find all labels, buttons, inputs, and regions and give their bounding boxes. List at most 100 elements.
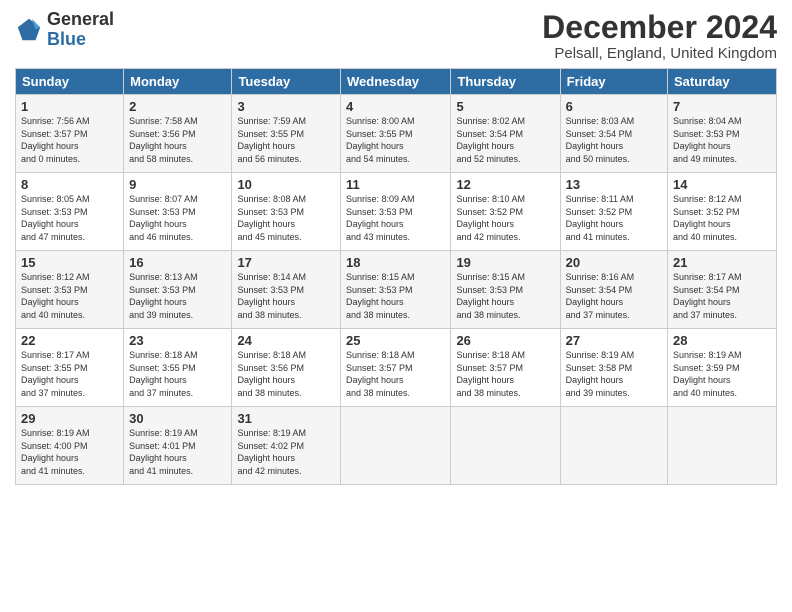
cell-22: 22 Sunrise: 8:17 AMSunset: 3:55 PMDaylig… [16, 329, 124, 407]
col-sunday: Sunday [16, 69, 124, 95]
cell-4: 4 Sunrise: 8:00 AMSunset: 3:55 PMDayligh… [341, 95, 451, 173]
cell-13: 13 Sunrise: 8:11 AMSunset: 3:52 PMDaylig… [560, 173, 667, 251]
day-info: Sunrise: 8:13 AMSunset: 3:53 PMDaylight … [129, 271, 226, 321]
day-info: Sunrise: 8:18 AMSunset: 3:55 PMDaylight … [129, 349, 226, 399]
table-row: 8 Sunrise: 8:05 AMSunset: 3:53 PMDayligh… [16, 173, 777, 251]
header-row: Sunday Monday Tuesday Wednesday Thursday… [16, 69, 777, 95]
day-info: Sunrise: 8:18 AMSunset: 3:56 PMDaylight … [237, 349, 335, 399]
cell-14: 14 Sunrise: 8:12 AMSunset: 3:52 PMDaylig… [668, 173, 777, 251]
day-number: 30 [129, 411, 226, 426]
day-info: Sunrise: 8:12 AMSunset: 3:53 PMDaylight … [21, 271, 118, 321]
day-info: Sunrise: 8:08 AMSunset: 3:53 PMDaylight … [237, 193, 335, 243]
cell-7: 7 Sunrise: 8:04 AMSunset: 3:53 PMDayligh… [668, 95, 777, 173]
cell-27: 27 Sunrise: 8:19 AMSunset: 3:58 PMDaylig… [560, 329, 667, 407]
cell-29: 29 Sunrise: 8:19 AMSunset: 4:00 PMDaylig… [16, 407, 124, 485]
cell-20: 20 Sunrise: 8:16 AMSunset: 3:54 PMDaylig… [560, 251, 667, 329]
day-info: Sunrise: 8:19 AMSunset: 4:02 PMDaylight … [237, 427, 335, 477]
day-number: 22 [21, 333, 118, 348]
day-number: 6 [566, 99, 662, 114]
header: General Blue December 2024 Pelsall, Engl… [15, 10, 777, 62]
day-info: Sunrise: 8:18 AMSunset: 3:57 PMDaylight … [456, 349, 554, 399]
cell-15: 15 Sunrise: 8:12 AMSunset: 3:53 PMDaylig… [16, 251, 124, 329]
day-info: Sunrise: 8:19 AMSunset: 4:01 PMDaylight … [129, 427, 226, 477]
cell-5: 5 Sunrise: 8:02 AMSunset: 3:54 PMDayligh… [451, 95, 560, 173]
day-number: 19 [456, 255, 554, 270]
day-number: 1 [21, 99, 118, 114]
day-number: 16 [129, 255, 226, 270]
cell-9: 9 Sunrise: 8:07 AMSunset: 3:53 PMDayligh… [124, 173, 232, 251]
logo-icon [15, 16, 43, 44]
day-info: Sunrise: 8:03 AMSunset: 3:54 PMDaylight … [566, 115, 662, 165]
cell-2: 2 Sunrise: 7:58 AMSunset: 3:56 PMDayligh… [124, 95, 232, 173]
cell-10: 10 Sunrise: 8:08 AMSunset: 3:53 PMDaylig… [232, 173, 341, 251]
day-number: 29 [21, 411, 118, 426]
cell-12: 12 Sunrise: 8:10 AMSunset: 3:52 PMDaylig… [451, 173, 560, 251]
table-row: 15 Sunrise: 8:12 AMSunset: 3:53 PMDaylig… [16, 251, 777, 329]
day-info: Sunrise: 8:09 AMSunset: 3:53 PMDaylight … [346, 193, 445, 243]
day-number: 24 [237, 333, 335, 348]
cell-11: 11 Sunrise: 8:09 AMSunset: 3:53 PMDaylig… [341, 173, 451, 251]
title-block: December 2024 Pelsall, England, United K… [542, 10, 777, 62]
day-number: 27 [566, 333, 662, 348]
subtitle: Pelsall, England, United Kingdom [542, 45, 777, 62]
day-number: 26 [456, 333, 554, 348]
day-info: Sunrise: 7:59 AMSunset: 3:55 PMDaylight … [237, 115, 335, 165]
cell-31: 31 Sunrise: 8:19 AMSunset: 4:02 PMDaylig… [232, 407, 341, 485]
day-number: 7 [673, 99, 771, 114]
day-number: 17 [237, 255, 335, 270]
main-title: December 2024 [542, 10, 777, 45]
day-number: 9 [129, 177, 226, 192]
day-number: 15 [21, 255, 118, 270]
table-row: 29 Sunrise: 8:19 AMSunset: 4:00 PMDaylig… [16, 407, 777, 485]
day-info: Sunrise: 8:14 AMSunset: 3:53 PMDaylight … [237, 271, 335, 321]
col-friday: Friday [560, 69, 667, 95]
logo: General Blue [15, 10, 114, 50]
cell-24: 24 Sunrise: 8:18 AMSunset: 3:56 PMDaylig… [232, 329, 341, 407]
calendar-table: Sunday Monday Tuesday Wednesday Thursday… [15, 68, 777, 485]
day-info: Sunrise: 8:19 AMSunset: 3:59 PMDaylight … [673, 349, 771, 399]
cell-18: 18 Sunrise: 8:15 AMSunset: 3:53 PMDaylig… [341, 251, 451, 329]
day-info: Sunrise: 8:04 AMSunset: 3:53 PMDaylight … [673, 115, 771, 165]
col-saturday: Saturday [668, 69, 777, 95]
day-info: Sunrise: 8:05 AMSunset: 3:53 PMDaylight … [21, 193, 118, 243]
day-number: 20 [566, 255, 662, 270]
day-number: 13 [566, 177, 662, 192]
cell-30: 30 Sunrise: 8:19 AMSunset: 4:01 PMDaylig… [124, 407, 232, 485]
day-info: Sunrise: 8:02 AMSunset: 3:54 PMDaylight … [456, 115, 554, 165]
cell-6: 6 Sunrise: 8:03 AMSunset: 3:54 PMDayligh… [560, 95, 667, 173]
table-row: 22 Sunrise: 8:17 AMSunset: 3:55 PMDaylig… [16, 329, 777, 407]
day-info: Sunrise: 8:16 AMSunset: 3:54 PMDaylight … [566, 271, 662, 321]
day-number: 11 [346, 177, 445, 192]
cell-25: 25 Sunrise: 8:18 AMSunset: 3:57 PMDaylig… [341, 329, 451, 407]
col-monday: Monday [124, 69, 232, 95]
day-info: Sunrise: 8:11 AMSunset: 3:52 PMDaylight … [566, 193, 662, 243]
day-info: Sunrise: 8:17 AMSunset: 3:55 PMDaylight … [21, 349, 118, 399]
logo-blue: Blue [47, 29, 86, 49]
day-number: 14 [673, 177, 771, 192]
day-number: 21 [673, 255, 771, 270]
day-number: 28 [673, 333, 771, 348]
table-row: 1 Sunrise: 7:56 AMSunset: 3:57 PMDayligh… [16, 95, 777, 173]
day-info: Sunrise: 8:18 AMSunset: 3:57 PMDaylight … [346, 349, 445, 399]
day-number: 18 [346, 255, 445, 270]
day-info: Sunrise: 8:15 AMSunset: 3:53 PMDaylight … [346, 271, 445, 321]
day-info: Sunrise: 7:56 AMSunset: 3:57 PMDaylight … [21, 115, 118, 165]
day-info: Sunrise: 8:00 AMSunset: 3:55 PMDaylight … [346, 115, 445, 165]
day-number: 23 [129, 333, 226, 348]
cell-23: 23 Sunrise: 8:18 AMSunset: 3:55 PMDaylig… [124, 329, 232, 407]
day-info: Sunrise: 8:07 AMSunset: 3:53 PMDaylight … [129, 193, 226, 243]
cell-19: 19 Sunrise: 8:15 AMSunset: 3:53 PMDaylig… [451, 251, 560, 329]
day-info: Sunrise: 8:19 AMSunset: 4:00 PMDaylight … [21, 427, 118, 477]
day-number: 31 [237, 411, 335, 426]
day-number: 25 [346, 333, 445, 348]
day-info: Sunrise: 8:15 AMSunset: 3:53 PMDaylight … [456, 271, 554, 321]
logo-general: General [47, 9, 114, 29]
day-number: 2 [129, 99, 226, 114]
day-number: 10 [237, 177, 335, 192]
day-number: 3 [237, 99, 335, 114]
empty-cell [451, 407, 560, 485]
day-number: 12 [456, 177, 554, 192]
col-tuesday: Tuesday [232, 69, 341, 95]
cell-8: 8 Sunrise: 8:05 AMSunset: 3:53 PMDayligh… [16, 173, 124, 251]
empty-cell [560, 407, 667, 485]
